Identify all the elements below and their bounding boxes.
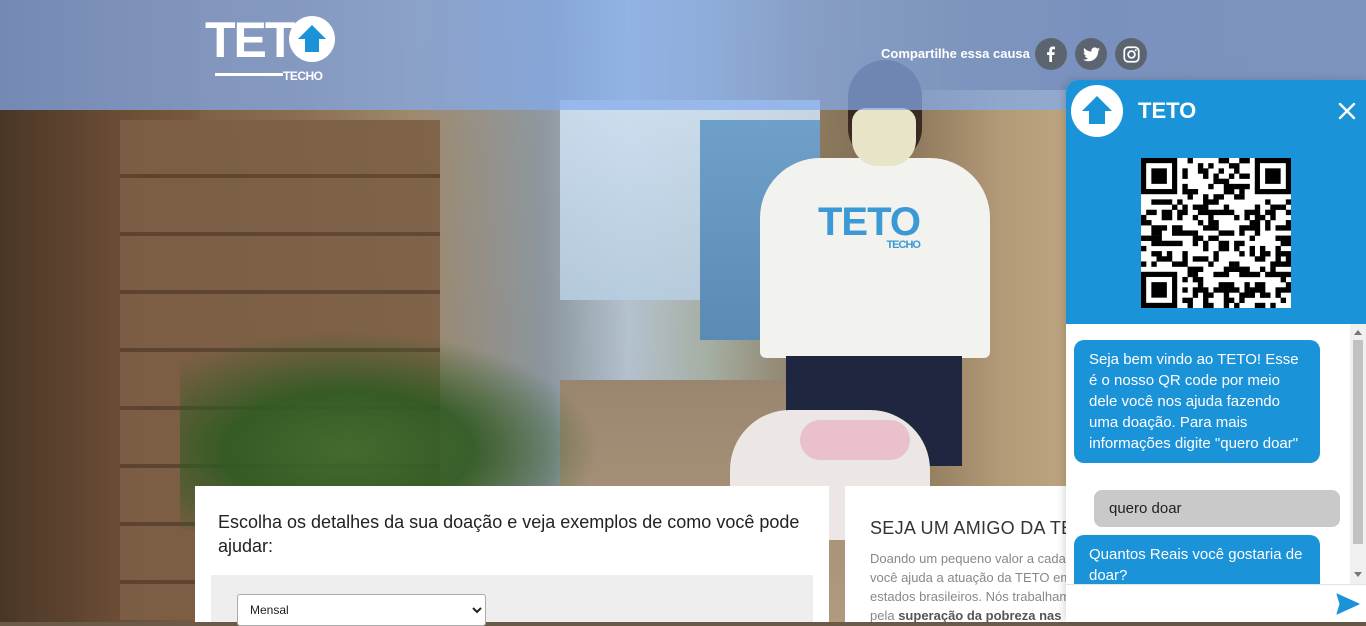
donation-title: Escolha os detalhes da sua doação e veja… [218, 512, 800, 556]
scroll-thumb[interactable] [1353, 340, 1363, 544]
logo-underline [215, 73, 283, 76]
chat-header: TETO [1066, 80, 1366, 324]
send-icon[interactable] [1336, 593, 1360, 615]
chat-composer [1066, 584, 1366, 622]
bot-message: Quantos Reais você gostaria de doar? [1074, 535, 1320, 584]
chat-widget: TETO Seja bem vindo ao TETO! Esse é o no… [1066, 80, 1366, 622]
chat-avatar [1071, 85, 1123, 137]
bot-message: Seja bem vindo ao TETO! Esse é o nosso Q… [1074, 340, 1320, 463]
hero-volunteer: TETO TECHO [730, 60, 990, 540]
sack-print [800, 420, 910, 460]
frequency-select[interactable]: Mensal [237, 594, 486, 626]
shirt-logo: TETO TECHO [818, 200, 921, 251]
share-label: Compartilhe essa causa [881, 46, 1030, 61]
volunteer-shirt [760, 158, 990, 358]
scroll-up-arrow[interactable] [1354, 330, 1362, 335]
qr-code [1141, 158, 1292, 309]
volunteer-mask [852, 108, 916, 166]
chat-scrollbar[interactable] [1350, 324, 1366, 584]
logo-subtext: TECHO [283, 69, 323, 83]
scroll-down-arrow[interactable] [1354, 572, 1362, 577]
user-message: quero doar [1094, 490, 1340, 527]
chat-title: TETO [1138, 98, 1197, 123]
facebook-icon[interactable] [1035, 38, 1067, 70]
chat-messages: Seja bem vindo ao TETO! Esse é o nosso Q… [1066, 324, 1350, 584]
chat-input[interactable] [1072, 591, 1326, 619]
friend-title: SEJA UM AMIGO DA TETO [870, 518, 1099, 538]
teto-logo[interactable]: TETO TECHO [205, 14, 335, 86]
close-icon[interactable] [1334, 98, 1360, 124]
twitter-icon[interactable] [1075, 38, 1107, 70]
instagram-icon[interactable] [1115, 38, 1147, 70]
house-icon [289, 16, 335, 62]
